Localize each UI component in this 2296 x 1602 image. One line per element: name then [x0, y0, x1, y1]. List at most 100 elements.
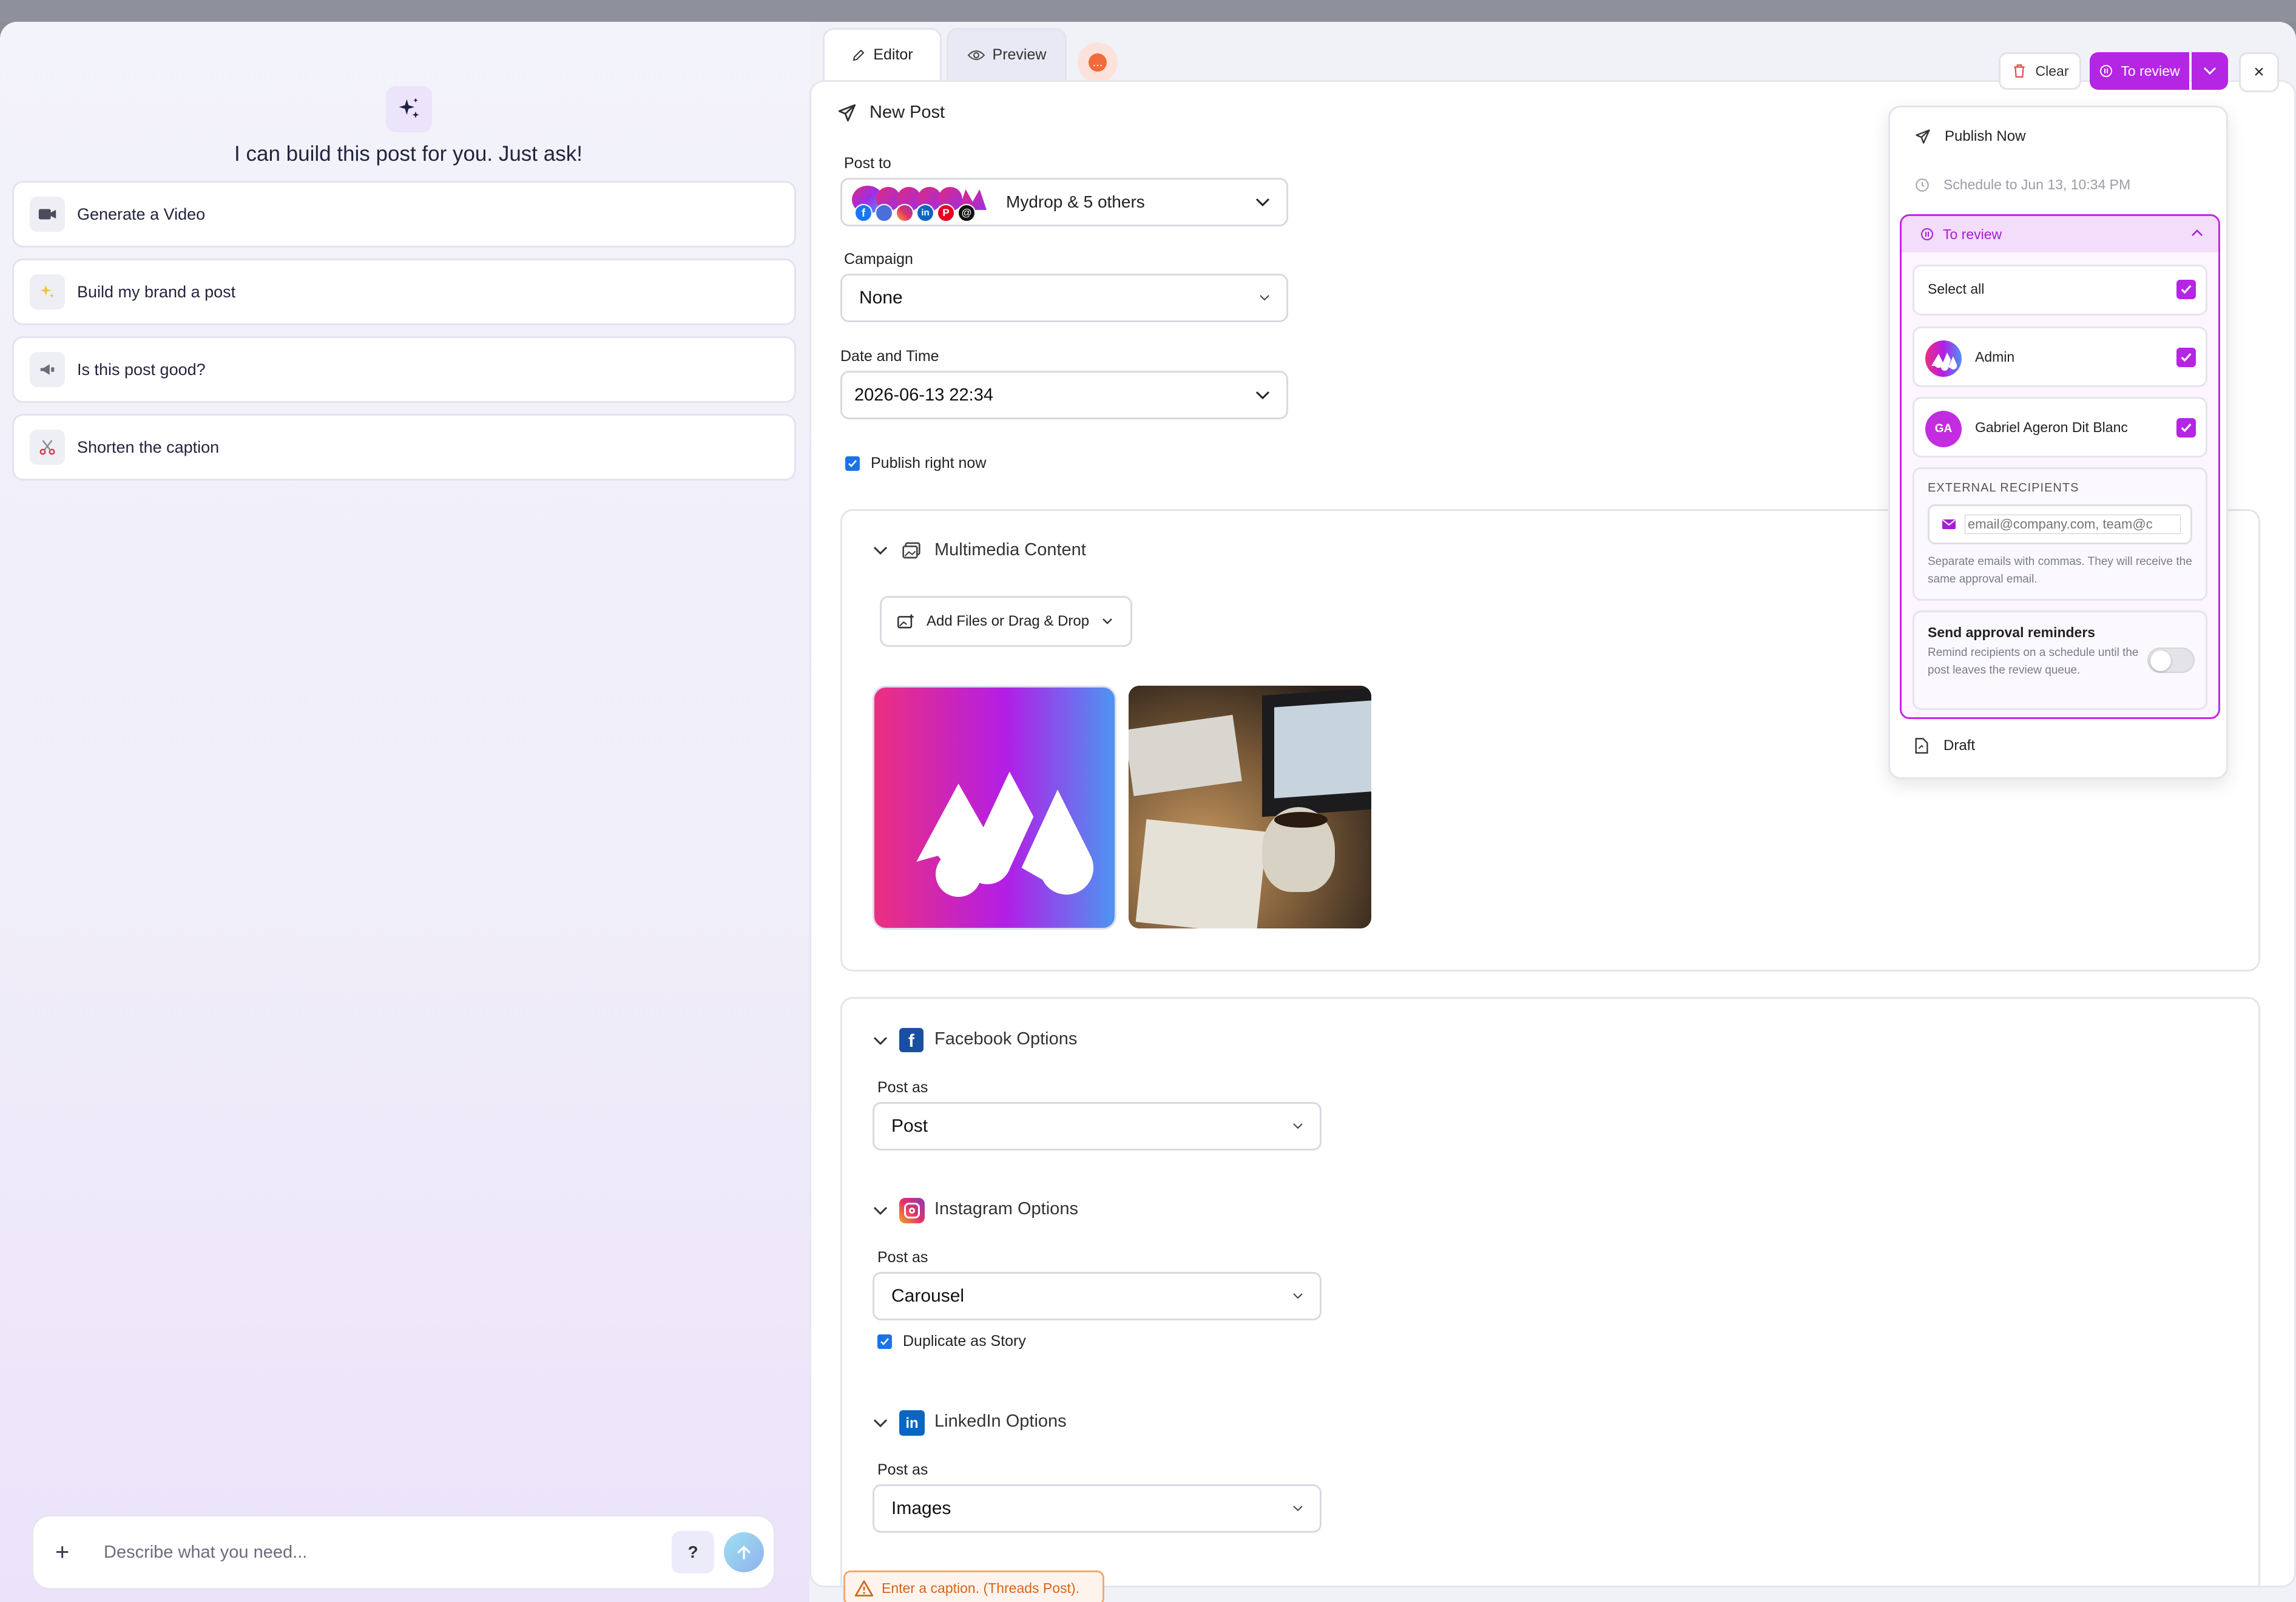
instagram-icon	[899, 1198, 925, 1223]
instagram-post-as-select[interactable]: Carousel	[873, 1272, 1322, 1320]
chevron-down-icon	[1102, 618, 1112, 624]
facebook-post-as-value: Post	[891, 1116, 928, 1136]
tab-editor-label: Editor	[873, 46, 913, 63]
assistant-panel: I can build this post for you. Just ask!…	[0, 22, 809, 1602]
laptop-display	[1274, 700, 1371, 799]
facebook-icon: f	[899, 1028, 923, 1052]
schedule-option[interactable]: Schedule to Jun 13, 10:34 PM	[1914, 177, 2130, 193]
tab-preview-label: Preview	[992, 46, 1047, 63]
select-all-row[interactable]: Select all	[1913, 265, 2207, 316]
chevron-down-icon[interactable]	[873, 545, 888, 556]
threads-icon: @	[957, 204, 976, 222]
help-button[interactable]: ?	[672, 1531, 714, 1573]
more-icon: ...	[1089, 53, 1107, 72]
to-review-header-label: To review	[1943, 226, 2002, 242]
chevron-down-icon[interactable]	[873, 1205, 888, 1216]
file-icon	[1915, 738, 1928, 754]
reviewer-row-admin[interactable]: Admin	[1913, 326, 2207, 387]
draft-option[interactable]: Draft	[1914, 737, 1975, 754]
publish-options-dropdown: Publish Now Schedule to Jun 13, 10:34 PM…	[1888, 106, 2228, 779]
external-email-field[interactable]	[1928, 504, 2192, 544]
publish-options-toggle[interactable]	[2192, 52, 2228, 90]
add-files-button[interactable]: Add Files or Drag & Drop	[880, 596, 1132, 647]
external-recipients-help: Separate emails with commas. They will r…	[1928, 555, 2192, 586]
datetime-picker[interactable]: 2026-06-13 22:34	[840, 371, 1288, 419]
publish-now-checkbox[interactable]	[845, 456, 860, 471]
chevron-down-icon	[2203, 67, 2217, 75]
suggestion-label: Build my brand a post	[77, 282, 236, 301]
suggestion-label: Is this post good?	[77, 360, 206, 379]
video-camera-icon	[30, 197, 65, 232]
chevron-down-icon	[1260, 295, 1269, 301]
send-plane-icon	[1916, 129, 1930, 144]
linkedin-options-title: LinkedIn Options	[934, 1411, 1067, 1431]
draft-option-label: Draft	[1943, 737, 1976, 754]
select-all-checkbox[interactable]	[2176, 280, 2196, 299]
facebook-post-as-label: Post as	[877, 1079, 928, 1096]
suggestion-label: Shorten the caption	[77, 438, 220, 456]
suggestion-generate-video[interactable]: Generate a Video	[12, 181, 796, 248]
more-options-button[interactable]: ...	[1078, 42, 1118, 83]
reviewer-checkbox[interactable]	[2176, 348, 2196, 367]
to-review-label: To review	[2121, 63, 2180, 79]
assistant-prompt-input[interactable]	[104, 1542, 638, 1563]
trash-icon	[2013, 64, 2025, 78]
post-to-value: Mydrop & 5 others	[1006, 192, 1145, 211]
media-thumb-desk-photo[interactable]	[1129, 686, 1371, 928]
avatar	[1925, 340, 1962, 377]
chevron-down-icon[interactable]	[873, 1035, 888, 1046]
reviewer-checkbox[interactable]	[2176, 418, 2196, 438]
select-all-label: Select all	[1928, 281, 1985, 297]
external-recipients-title: EXTERNAL RECIPIENTS	[1928, 481, 2079, 495]
editor-title: New Post	[869, 103, 945, 122]
images-icon	[902, 542, 920, 559]
suggestion-build-brand-post[interactable]: Build my brand a post	[12, 259, 796, 325]
chevron-down-icon[interactable]	[873, 1418, 888, 1428]
caption-warning-text: Enter a caption. (Threads Post).	[882, 1580, 1079, 1596]
facebook-icon: f	[854, 204, 873, 222]
tab-preview[interactable]: Preview	[947, 28, 1067, 80]
send-plane-icon	[838, 104, 856, 122]
linkedin-post-as-select[interactable]: Images	[873, 1484, 1322, 1533]
duplicate-story-row: Duplicate as Story	[877, 1333, 1026, 1350]
reviewer-row-gabriel[interactable]: GA Gabriel Ageron Dit Blanc	[1913, 397, 2207, 458]
add-files-label: Add Files or Drag & Drop	[927, 613, 1090, 629]
to-review-button[interactable]: To review	[2090, 52, 2189, 90]
arrow-up-icon	[737, 1545, 751, 1560]
assistant-heading: I can build this post for you. Just ask!	[234, 142, 582, 166]
campaign-select[interactable]: None	[840, 274, 1288, 322]
facebook-post-as-select[interactable]: Post	[873, 1102, 1322, 1151]
post-to-select[interactable]: f in P @ Mydrop & 5 others	[840, 178, 1288, 226]
to-review-panel: To review Select all Admin GA Gabriel Ag…	[1900, 214, 2220, 719]
caption-warning: Enter a caption. (Threads Post).	[843, 1570, 1104, 1602]
duplicate-story-checkbox[interactable]	[877, 1334, 892, 1349]
approval-reminders-help: Remind recipients on a schedule until th…	[1928, 646, 2139, 677]
linkedin-icon: in	[916, 204, 934, 222]
notebook	[1135, 819, 1268, 928]
megaphone-icon	[30, 352, 65, 387]
tab-editor[interactable]: Editor	[823, 28, 942, 80]
suggestion-shorten-caption[interactable]: Shorten the caption	[12, 414, 796, 481]
suggestion-is-post-good[interactable]: Is this post good?	[12, 336, 796, 403]
linkedin-post-as-label: Post as	[877, 1461, 928, 1478]
close-button[interactable]: ×	[2239, 52, 2279, 92]
external-email-input[interactable]	[1965, 515, 2181, 534]
approval-reminders-card: Send approval reminders Remind recipient…	[1913, 610, 2207, 710]
approval-reminders-toggle[interactable]	[2147, 647, 2195, 673]
coffee	[1274, 812, 1328, 828]
media-thumb-mydrop-logo[interactable]	[873, 686, 1116, 930]
add-attachment-button[interactable]: +	[55, 1539, 79, 1566]
warning-icon	[855, 1580, 873, 1597]
publish-now-option[interactable]: Publish Now	[1914, 128, 2025, 145]
facebook-options-title: Facebook Options	[934, 1029, 1078, 1049]
chevron-down-icon	[1255, 198, 1270, 207]
send-button[interactable]	[724, 1532, 764, 1572]
to-review-header[interactable]: To review	[1902, 216, 2218, 252]
mydrop-logo	[916, 771, 1094, 897]
schedule-option-label: Schedule to Jun 13, 10:34 PM	[1943, 177, 2131, 192]
account-avatars: f in P @	[852, 186, 998, 222]
instagram-post-as-label: Post as	[877, 1249, 928, 1266]
datetime-label: Date and Time	[840, 348, 939, 365]
reviewer-name: Gabriel Ageron Dit Blanc	[1975, 419, 2128, 435]
clear-button[interactable]: Clear	[1999, 52, 2081, 90]
